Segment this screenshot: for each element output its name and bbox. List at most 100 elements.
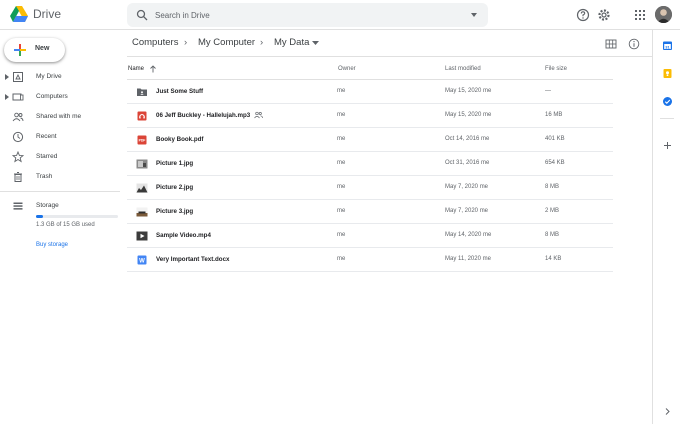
sidebar-item-recent[interactable]: Recent xyxy=(0,128,120,146)
file-name: Picture 2.jpg xyxy=(156,184,194,191)
video-file-icon xyxy=(136,231,148,241)
buy-storage-link[interactable]: Buy storage xyxy=(36,242,68,248)
file-owner: me xyxy=(337,88,346,94)
column-header-owner[interactable]: Owner xyxy=(338,66,356,72)
sort-arrow-up-icon[interactable] xyxy=(149,65,157,73)
trash-icon xyxy=(14,172,22,182)
pdf-file-icon: PDF xyxy=(137,135,147,145)
search-input[interactable] xyxy=(155,7,455,23)
file-name: Very Important Text.docx xyxy=(156,256,230,263)
sidebar-item-computers[interactable]: Computers xyxy=(0,88,120,106)
svg-text:31: 31 xyxy=(665,44,670,49)
chevron-right-icon: › xyxy=(184,37,188,48)
sidebar-item-label: Trash xyxy=(36,173,53,180)
image-thumbnail-icon xyxy=(136,207,148,217)
tasks-icon[interactable] xyxy=(662,96,673,107)
file-size: 8 MB xyxy=(545,184,560,190)
svg-text:W: W xyxy=(139,258,145,264)
storage-label: Storage xyxy=(36,202,59,209)
search-bar[interactable] xyxy=(127,3,488,27)
file-modified: May 11, 2020 me xyxy=(445,256,491,262)
drive-app: Drive Search in Drive New My Drive Compu… xyxy=(0,0,680,424)
file-size: 8 MB xyxy=(545,232,560,238)
file-size: — xyxy=(545,88,551,94)
table-row[interactable]: W Very Important Text.docx me May 11, 20… xyxy=(127,248,613,272)
account-avatar[interactable] xyxy=(655,6,672,23)
computers-icon xyxy=(12,93,24,101)
file-name: Just Some Stuff xyxy=(156,88,204,95)
sidebar-item-label: Starred xyxy=(36,153,58,160)
chevron-down-icon[interactable] xyxy=(312,41,319,46)
file-modified: Oct 14, 2016 me xyxy=(445,136,490,142)
chevron-right-icon[interactable] xyxy=(662,406,673,417)
file-name: Picture 3.jpg xyxy=(156,208,194,215)
file-owner: me xyxy=(337,160,346,166)
column-header-modified[interactable]: Last modified xyxy=(445,66,481,72)
toolbar-divider xyxy=(127,56,652,57)
file-modified: May 14, 2020 me xyxy=(445,232,492,238)
sidebar-item-storage[interactable]: Storage xyxy=(0,197,120,215)
table-row[interactable]: PDF Booky Book.pdf me Oct 14, 2016 me 40… xyxy=(127,128,613,152)
shared-people-icon xyxy=(254,111,263,119)
shared-icon xyxy=(12,112,24,122)
file-owner: me xyxy=(337,256,346,262)
breadcrumb-item-current[interactable]: My Data xyxy=(274,37,309,48)
grid-view-icon[interactable] xyxy=(605,38,617,50)
expand-caret-icon[interactable] xyxy=(5,94,9,100)
breadcrumb-item[interactable]: Computers xyxy=(132,37,178,48)
table-row[interactable]: Picture 3.jpg me May 7, 2020 me 2 MB xyxy=(127,200,613,224)
new-button-label: New xyxy=(35,45,50,52)
file-modified: Oct 31, 2016 me xyxy=(445,160,490,166)
drive-logo-icon[interactable] xyxy=(10,6,28,22)
recent-icon xyxy=(12,131,24,143)
table-row[interactable]: Just Some Stuff me May 15, 2020 me — xyxy=(127,80,613,104)
file-size: 14 KB xyxy=(545,256,562,262)
file-owner: me xyxy=(337,184,346,190)
table-row[interactable]: Sample Video.mp4 me May 14, 2020 me 8 MB xyxy=(127,224,613,248)
search-icon[interactable] xyxy=(136,9,148,21)
storage-icon xyxy=(13,202,23,210)
file-owner: me xyxy=(337,136,346,142)
chevron-right-icon: › xyxy=(260,37,264,48)
apps-icon[interactable] xyxy=(633,8,647,22)
search-options-dropdown-icon[interactable] xyxy=(469,11,479,19)
table-row[interactable]: 06 Jeff Buckley - Hallelujah.mp3 me May … xyxy=(127,104,613,128)
sidebar-item-trash[interactable]: Trash xyxy=(0,168,120,186)
settings-icon[interactable] xyxy=(597,8,611,22)
column-header-size[interactable]: File size xyxy=(545,66,567,72)
info-icon[interactable] xyxy=(628,38,640,50)
sidebar-item-label: My Drive xyxy=(36,73,62,80)
calendar-icon[interactable]: 31 xyxy=(662,40,673,51)
file-owner: me xyxy=(337,232,346,238)
sidebar-item-shared-with-me[interactable]: Shared with me xyxy=(0,108,120,126)
sidebar-item-label: Shared with me xyxy=(36,113,82,120)
file-modified: May 7, 2020 me xyxy=(445,208,489,214)
avatar-photo-icon xyxy=(655,6,672,23)
storage-usage-fill xyxy=(36,215,44,218)
table-row[interactable]: Picture 1.jpg me Oct 31, 2016 me 654 KB xyxy=(127,152,613,176)
file-modified: May 7, 2020 me xyxy=(445,184,489,190)
help-icon[interactable] xyxy=(576,8,590,22)
plus-icon xyxy=(14,44,26,56)
sidebar-item-label: Computers xyxy=(36,93,68,100)
add-addon-icon[interactable] xyxy=(662,140,673,151)
sidebar-item-my-drive[interactable]: My Drive xyxy=(0,68,120,86)
side-panel-divider xyxy=(660,118,674,119)
sidebar-item-starred[interactable]: Starred xyxy=(0,148,120,166)
new-button[interactable]: New xyxy=(4,38,65,62)
file-owner: me xyxy=(337,208,346,214)
file-name: Booky Book.pdf xyxy=(156,136,204,143)
side-panel: 31 xyxy=(652,30,680,424)
file-size: 2 MB xyxy=(545,208,560,214)
sidebar-item-label: Recent xyxy=(36,133,57,140)
keep-notes-icon[interactable] xyxy=(662,68,673,79)
image-thumbnail-icon xyxy=(136,183,148,193)
table-row[interactable]: Picture 2.jpg me May 7, 2020 me 8 MB xyxy=(127,176,613,200)
column-header-name[interactable]: Name xyxy=(128,66,144,72)
file-size: 401 KB xyxy=(545,136,565,142)
expand-caret-icon[interactable] xyxy=(5,74,9,80)
word-doc-icon: W xyxy=(137,255,147,265)
file-name: 06 Jeff Buckley - Hallelujah.mp3 xyxy=(156,112,251,119)
file-modified: May 15, 2020 me xyxy=(445,112,492,118)
breadcrumb-item[interactable]: My Computer xyxy=(198,37,255,48)
